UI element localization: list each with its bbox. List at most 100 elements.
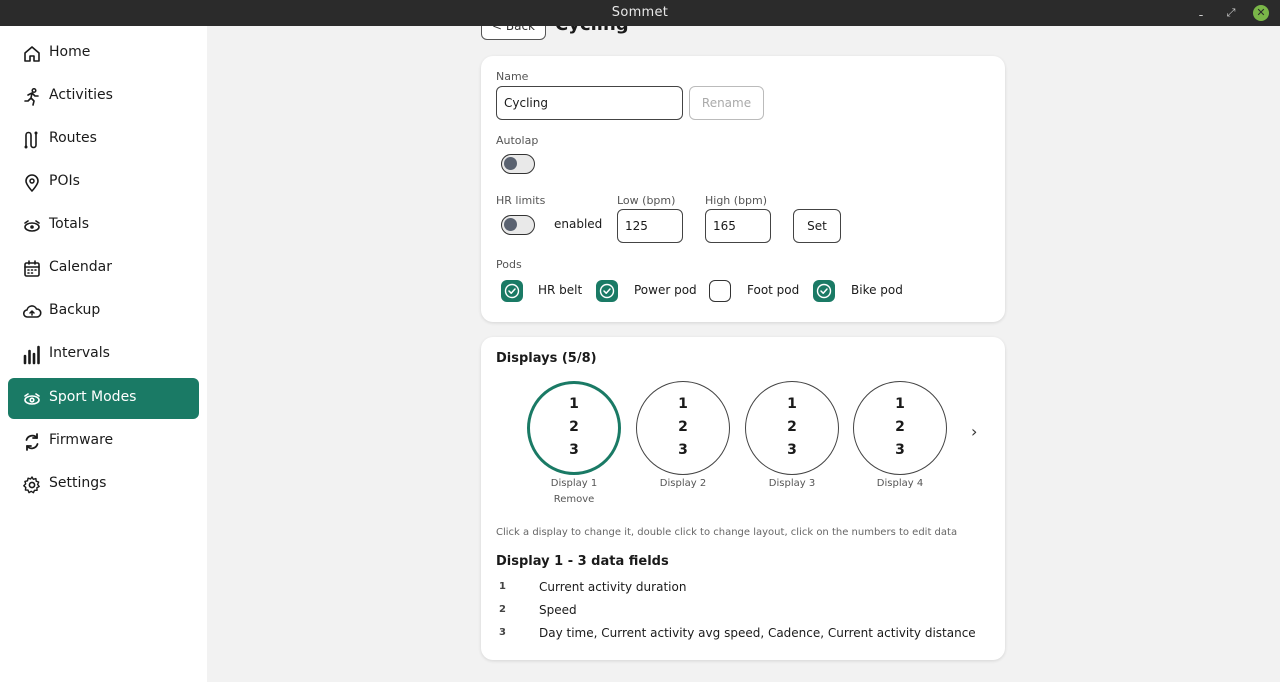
toggle-knob: [504, 157, 517, 170]
sport-mode-settings-card: Name Cycling Rename Autolap HR limits en…: [481, 56, 1005, 322]
display-field-number[interactable]: 3: [637, 442, 729, 458]
window-title: Sommet: [611, 5, 669, 20]
rename-button[interactable]: Rename: [689, 86, 764, 120]
display-label: Display 2: [659, 478, 707, 489]
cloud-icon: [22, 305, 42, 318]
display-circle[interactable]: 1 2 3: [745, 381, 839, 475]
hr-limits-label: HR limits: [496, 194, 546, 207]
power-pod-checkbox[interactable]: [596, 280, 618, 302]
bike-pod-checkbox[interactable]: [813, 280, 835, 302]
check-icon: [816, 283, 832, 299]
display-field-number[interactable]: 1: [746, 396, 838, 412]
display-field-number[interactable]: 1: [637, 396, 729, 412]
bike-pod-label: Bike pod: [851, 283, 903, 297]
main-content: < Back Cycling Name Cycling Rename Autol…: [207, 26, 1280, 682]
refresh-icon: [25, 433, 39, 451]
sidebar-item-totals[interactable]: Totals: [8, 205, 199, 246]
sidebar-item-home[interactable]: Home: [8, 33, 199, 74]
sidebar-item-firmware[interactable]: Firmware: [8, 421, 199, 462]
name-label: Name: [496, 70, 529, 83]
sidebar-item-intervals[interactable]: Intervals: [8, 334, 199, 375]
sidebar-item-label: Firmware: [49, 432, 114, 448]
remove-display-link[interactable]: Remove: [519, 494, 629, 505]
autolap-label: Autolap: [496, 134, 539, 147]
check-icon: [504, 283, 520, 299]
totals-icon: [24, 220, 40, 232]
sidebar-item-label: Totals: [49, 216, 89, 232]
back-button[interactable]: < Back: [481, 26, 546, 40]
data-field-number: 3: [499, 627, 506, 638]
sidebar-item-sport-modes[interactable]: Sport Modes: [8, 378, 199, 419]
sidebar-item-label: Settings: [49, 475, 107, 491]
sidebar: Home Activities Routes POIs Totals Calen…: [0, 26, 207, 682]
display-field-number[interactable]: 3: [746, 442, 838, 458]
hr-limits-toggle[interactable]: [501, 215, 535, 235]
display-label: Display 4: [876, 478, 924, 489]
sidebar-item-label: Activities: [49, 87, 113, 103]
low-bpm-input[interactable]: 125: [617, 209, 683, 243]
data-fields-title: Display 1 - 3 data fields: [496, 554, 669, 569]
maximize-button[interactable]: ⤢: [1223, 5, 1239, 21]
autolap-toggle[interactable]: [501, 154, 535, 174]
sidebar-item-label: Home: [49, 44, 91, 60]
sidebar-item-label: Backup: [49, 302, 101, 318]
foot-pod-checkbox[interactable]: [709, 280, 731, 302]
page-title: Cycling: [555, 26, 629, 38]
sidebar-item-routes[interactable]: Routes: [8, 119, 199, 160]
sidebar-item-settings[interactable]: Settings: [8, 464, 199, 505]
displays-hint: Click a display to change it, double cli…: [496, 527, 958, 538]
sidebar-item-backup[interactable]: Backup: [8, 291, 199, 332]
name-input[interactable]: Cycling: [496, 86, 683, 120]
display-field-number[interactable]: 3: [854, 442, 946, 458]
display-field-number[interactable]: 1: [530, 396, 618, 412]
data-field-number: 1: [499, 581, 506, 592]
routes-icon: [24, 131, 38, 149]
hr-belt-label: HR belt: [538, 283, 583, 297]
high-bpm-input[interactable]: 165: [705, 209, 771, 243]
pods-label: Pods: [496, 258, 522, 271]
display-circle[interactable]: 1 2 3: [527, 381, 621, 475]
display-field-number[interactable]: 2: [746, 419, 838, 435]
sidebar-item-label: Calendar: [49, 259, 112, 275]
sport-icon: [24, 393, 40, 405]
close-button[interactable]: ✕: [1253, 5, 1269, 21]
sidebar-item-label: Routes: [49, 130, 97, 146]
display-circle[interactable]: 1 2 3: [636, 381, 730, 475]
toggle-knob: [504, 218, 517, 231]
next-displays-arrow[interactable]: ›: [971, 422, 977, 441]
hr-belt-checkbox[interactable]: [501, 280, 523, 302]
data-field-text[interactable]: Day time, Current activity avg speed, Ca…: [539, 626, 976, 640]
hr-enabled-label: enabled: [554, 217, 603, 231]
high-bpm-label: High (bpm): [705, 194, 768, 207]
sidebar-item-activities[interactable]: Activities: [8, 76, 199, 117]
display-field-number[interactable]: 3: [530, 442, 618, 458]
display-label: Display 3: [768, 478, 816, 489]
data-field-text[interactable]: Speed: [539, 603, 577, 617]
sidebar-item-pois[interactable]: POIs: [8, 162, 199, 203]
display-field-number[interactable]: 1: [854, 396, 946, 412]
display-circle[interactable]: 1 2 3: [853, 381, 947, 475]
display-field-number[interactable]: 2: [854, 419, 946, 435]
display-label: Display 1: [550, 478, 598, 489]
gear-icon: [23, 476, 40, 494]
calendar-icon: [24, 260, 40, 277]
displays-title: Displays (5/8): [496, 351, 597, 366]
sidebar-item-label: Intervals: [49, 345, 110, 361]
display-field-number[interactable]: 2: [530, 419, 618, 435]
displays-card: Displays (5/8) 1 2 3 Display 1 Remove 1 …: [481, 337, 1005, 660]
power-pod-label: Power pod: [634, 283, 697, 297]
home-icon: [24, 46, 40, 62]
data-field-number: 2: [499, 604, 506, 615]
sidebar-item-label: Sport Modes: [49, 389, 137, 405]
bars-icon: [23, 345, 40, 365]
set-hr-button[interactable]: Set: [793, 209, 841, 243]
pin-icon: [25, 174, 39, 192]
running-icon: [24, 87, 39, 106]
sidebar-item-calendar[interactable]: Calendar: [8, 248, 199, 289]
low-bpm-label: Low (bpm): [617, 194, 676, 207]
sidebar-item-label: POIs: [49, 173, 80, 189]
minimize-button[interactable]: ـ: [1193, 5, 1209, 21]
check-icon: [599, 283, 615, 299]
data-field-text[interactable]: Current activity duration: [539, 580, 686, 594]
display-field-number[interactable]: 2: [637, 419, 729, 435]
